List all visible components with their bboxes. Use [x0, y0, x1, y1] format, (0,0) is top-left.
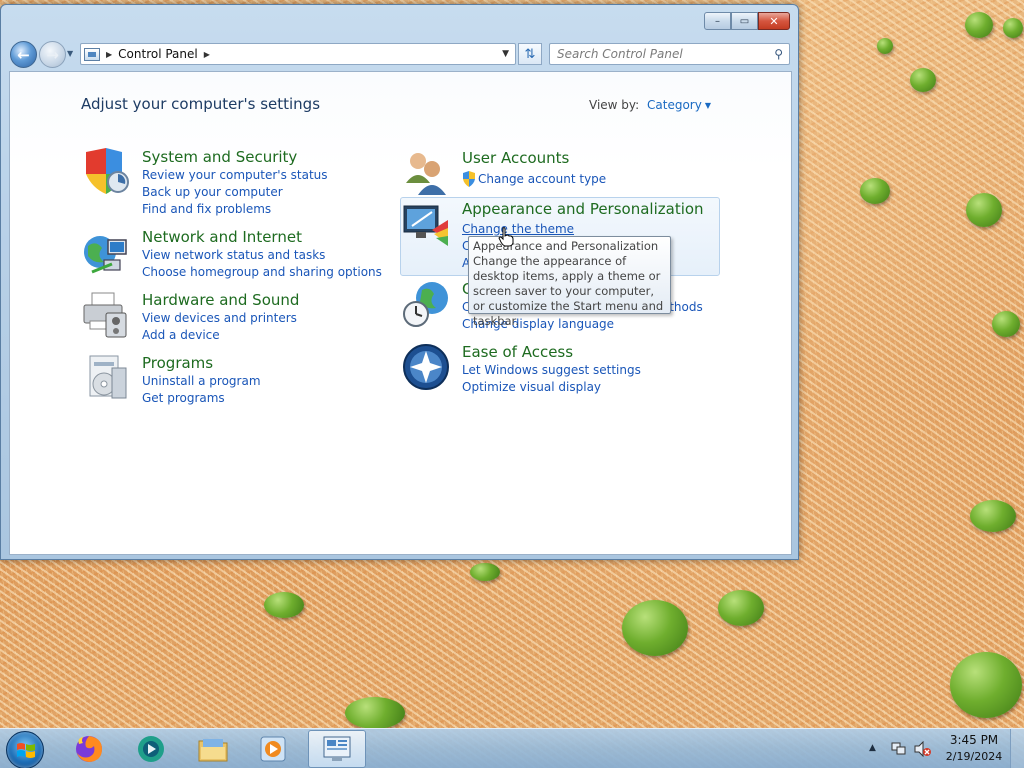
- tooltip-body: Change the appearance of desktop items, …: [473, 254, 664, 328]
- wallpaper-pea: [910, 68, 936, 92]
- close-button[interactable]: ✕: [758, 12, 790, 30]
- user-accounts-icon: [406, 153, 446, 195]
- wallpaper-pea: [965, 12, 993, 38]
- ease-of-access-title[interactable]: Ease of Access: [462, 343, 573, 361]
- back-button[interactable]: ←: [10, 41, 37, 68]
- recent-pages-dropdown-icon[interactable]: ▼: [67, 49, 73, 58]
- taskbar-file-explorer[interactable]: [184, 730, 242, 768]
- wallpaper-pea: [264, 592, 304, 618]
- find-fix-problems-link[interactable]: Find and fix problems: [142, 202, 271, 216]
- view-by-dropdown[interactable]: Category ▼: [647, 98, 711, 112]
- breadcrumb-separator-icon[interactable]: ▶: [106, 50, 112, 59]
- appearance-monitor-icon: [403, 205, 448, 246]
- media-center-icon: [260, 736, 286, 762]
- clock-date[interactable]: 2/19/2024: [945, 750, 1003, 763]
- wallpaper-pea: [950, 652, 1022, 718]
- search-icon[interactable]: ⚲: [774, 47, 783, 61]
- change-theme-link[interactable]: Change the theme: [462, 222, 574, 236]
- address-bar[interactable]: ▶ Control Panel ▶ ▼: [80, 43, 516, 65]
- view-by-label: View by:: [589, 98, 640, 112]
- control-panel-small-icon: [84, 47, 100, 61]
- refresh-button[interactable]: ⇅: [518, 43, 542, 65]
- breadcrumb-separator-icon[interactable]: ▶: [204, 50, 210, 59]
- content-pane: Adjust your computer's settings View by:…: [9, 71, 792, 555]
- refresh-icon: ⇅: [524, 46, 536, 62]
- user-accounts-title[interactable]: User Accounts: [462, 149, 569, 167]
- taskbar-media-player[interactable]: [122, 730, 180, 768]
- get-programs-link[interactable]: Get programs: [142, 391, 225, 405]
- show-hidden-icons-button[interactable]: ▲: [869, 743, 876, 753]
- hand-cursor-icon: [498, 227, 514, 247]
- category-system-security: System and Security Review your computer…: [82, 148, 382, 218]
- ease-of-access-icon: [403, 344, 449, 390]
- media-player-icon: [138, 736, 164, 762]
- network-globe-icon: [84, 236, 127, 274]
- network-tray-icon[interactable]: [891, 741, 907, 757]
- wallpaper-pea: [860, 178, 890, 204]
- clock-globe-icon: [403, 282, 448, 327]
- programs-icon: [89, 355, 127, 399]
- start-button[interactable]: [6, 731, 44, 768]
- taskbar-firefox[interactable]: [60, 730, 118, 768]
- forward-arrow-icon: →: [46, 45, 59, 64]
- view-by-value[interactable]: Category: [647, 98, 702, 112]
- windows-logo-icon: [17, 743, 35, 758]
- backup-link[interactable]: Back up your computer: [142, 185, 283, 199]
- category-programs: Programs Uninstall a program Get program…: [82, 354, 382, 410]
- review-status-link[interactable]: Review your computer's status: [142, 168, 328, 182]
- uninstall-program-link[interactable]: Uninstall a program: [142, 374, 261, 388]
- chevron-down-icon: ▼: [704, 101, 711, 110]
- taskbar-control-panel[interactable]: [308, 730, 366, 768]
- programs-title[interactable]: Programs: [142, 354, 213, 372]
- homegroup-sharing-link[interactable]: Choose homegroup and sharing options: [142, 265, 382, 279]
- window-caption-buttons: – ▭ ✕: [704, 12, 790, 30]
- category-network-internet: Network and Internet View network status…: [82, 228, 382, 284]
- control-panel-window: – ▭ ✕ ← → ▼ ▶ Control Panel ▶ ▼ ⇅ ⚲ Adju…: [0, 4, 799, 560]
- view-network-status-link[interactable]: View network status and tasks: [142, 248, 325, 262]
- category-ease-of-access: Ease of Access Let Windows suggest setti…: [402, 343, 702, 399]
- wallpaper-pea: [345, 697, 405, 729]
- view-devices-printers-link[interactable]: View devices and printers: [142, 311, 297, 325]
- system-security-title[interactable]: System and Security: [142, 148, 297, 166]
- category-hardware-sound: Hardware and Sound View devices and prin…: [82, 291, 382, 347]
- network-internet-title[interactable]: Network and Internet: [142, 228, 302, 246]
- wallpaper-pea: [877, 38, 893, 54]
- hardware-sound-title[interactable]: Hardware and Sound: [142, 291, 299, 309]
- control-panel-icon: [323, 736, 351, 761]
- wallpaper-pea: [470, 563, 500, 581]
- wallpaper-pea: [1003, 18, 1023, 38]
- firefox-icon: [76, 736, 102, 762]
- category-user-accounts: User Accounts Change account type: [402, 149, 702, 195]
- taskbar: ▲ 3:45 PM 2/19/2024: [0, 728, 1024, 768]
- page-title: Adjust your computer's settings: [81, 95, 321, 113]
- windows-suggest-settings-link[interactable]: Let Windows suggest settings: [462, 363, 641, 377]
- maximize-button[interactable]: ▭: [731, 12, 758, 30]
- wallpaper-pea: [622, 600, 688, 656]
- wallpaper-pea: [970, 500, 1016, 532]
- address-dropdown-icon[interactable]: ▼: [502, 49, 509, 59]
- clock-time[interactable]: 3:45 PM: [948, 733, 1000, 747]
- shield-icon: [86, 148, 129, 194]
- appearance-personalization-title[interactable]: Appearance and Personalization: [462, 200, 704, 218]
- taskbar-media-center[interactable]: [244, 730, 302, 768]
- minimize-button[interactable]: –: [704, 12, 731, 30]
- show-desktop-button[interactable]: [1010, 729, 1024, 768]
- forward-button[interactable]: →: [39, 41, 66, 68]
- optimize-visual-display-link[interactable]: Optimize visual display: [462, 380, 601, 394]
- breadcrumb-control-panel[interactable]: Control Panel: [118, 47, 198, 61]
- tooltip: Appearance and Personalization Change th…: [468, 236, 671, 328]
- wallpaper-pea: [966, 193, 1002, 227]
- search-box[interactable]: ⚲: [549, 43, 790, 65]
- uac-shield-icon: [463, 171, 475, 187]
- wallpaper-pea: [992, 311, 1020, 337]
- volume-muted-icon[interactable]: [914, 741, 932, 757]
- search-input[interactable]: [557, 47, 757, 61]
- file-explorer-icon: [198, 739, 228, 762]
- wallpaper-pea: [718, 590, 764, 626]
- add-device-link[interactable]: Add a device: [142, 328, 220, 342]
- change-account-type-link[interactable]: Change account type: [478, 172, 606, 186]
- printer-icon: [83, 292, 127, 338]
- back-arrow-icon: ←: [17, 45, 30, 64]
